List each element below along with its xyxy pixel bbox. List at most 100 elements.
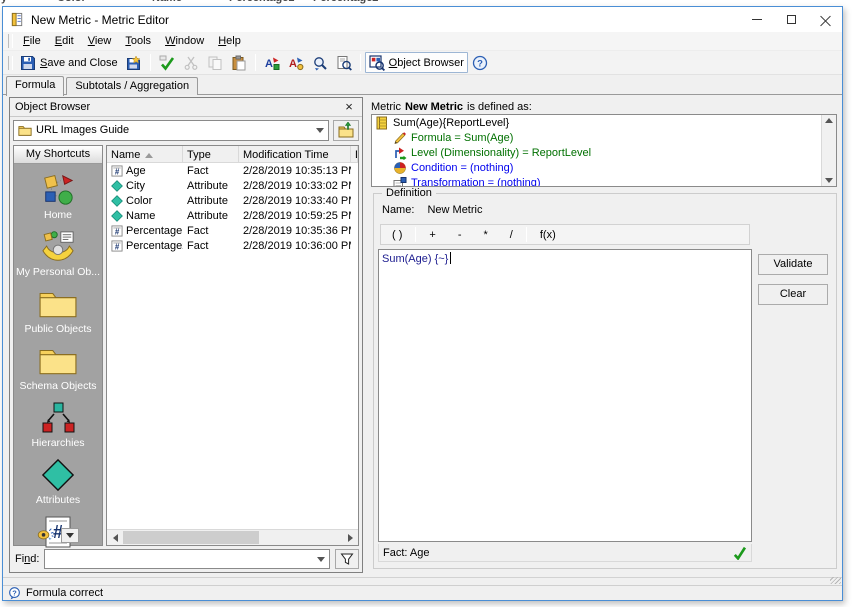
menu-window[interactable]: Window — [158, 33, 211, 49]
background-partial-text: Percentage2 — [313, 0, 378, 4]
close-icon — [820, 14, 831, 25]
object-type: Fact — [183, 225, 239, 237]
sidebar-item-public-objects[interactable]: Public Objects — [14, 287, 102, 335]
close-button[interactable] — [808, 7, 842, 32]
object-row-name[interactable]: NameAttribute2/28/2019 10:59:25 PM — [107, 208, 358, 223]
scroll-left-button[interactable] — [107, 530, 123, 545]
operator-button--[interactable]: - — [447, 228, 473, 242]
svg-text:?: ? — [477, 58, 483, 69]
menu-file[interactable]: File — [16, 33, 48, 49]
object-browser-button[interactable]: Object Browser — [365, 52, 468, 73]
object-type: Fact — [183, 240, 239, 252]
horizontal-scrollbar[interactable] — [107, 529, 358, 545]
clear-button[interactable]: Clear — [758, 284, 828, 305]
tree-node[interactable]: Level (Dimensionality) = ReportLevel — [372, 145, 836, 160]
object-row-percentage1[interactable]: #Percentage1Fact2/28/2019 10:35:36 PM — [107, 223, 358, 238]
object-row-age[interactable]: #AgeFact2/28/2019 10:35:13 PM — [107, 163, 358, 178]
operator-button-*[interactable]: * — [473, 228, 499, 242]
sidebar-item-hierarchies[interactable]: Hierarchies — [14, 401, 102, 449]
scrollbar-thumb[interactable] — [123, 531, 259, 544]
save-as-button[interactable] — [122, 52, 146, 73]
transformations-icon[interactable] — [37, 525, 55, 543]
object-type: Fact — [183, 165, 239, 177]
validate-button[interactable]: Validate — [758, 254, 828, 275]
tab-subtotals-aggregation[interactable]: Subtotals / Aggregation — [66, 77, 198, 95]
fact-icon: # — [111, 240, 123, 252]
zoom-reset-button[interactable] — [308, 52, 332, 73]
object-row-percentage2[interactable]: # Percentage2Fact2/28/2019 10:36:00 PM — [107, 238, 358, 253]
my-shortcuts-header[interactable]: My Shortcuts — [14, 146, 102, 164]
sidebar-item-home[interactable]: Home — [14, 173, 102, 221]
tab-formula[interactable]: Formula — [6, 76, 64, 96]
sort-ascending-icon — [145, 153, 153, 158]
funnel-icon — [340, 552, 354, 566]
menu-view[interactable]: View — [81, 33, 119, 49]
zoom-reset-icon — [312, 55, 328, 71]
svg-text:#: # — [115, 227, 120, 236]
transformation-icon — [393, 176, 407, 188]
toolbar-button-label: Object Browser — [389, 57, 464, 69]
tree-node[interactable]: Transformation = (nothing) — [372, 175, 836, 187]
operator-button-+[interactable]: + — [418, 228, 446, 242]
formula-editor[interactable]: Sum(Age) {~} — [378, 249, 752, 542]
minimize-button[interactable] — [740, 7, 774, 32]
home-icon — [38, 173, 78, 207]
vertical-scrollbar[interactable] — [821, 115, 836, 186]
insert-operator-button[interactable]: A — [284, 52, 308, 73]
operator-button-f(x)[interactable]: f(x) — [529, 228, 567, 242]
object-row-city[interactable]: CityAttribute2/28/2019 10:33:02 PM — [107, 178, 358, 193]
resize-grip[interactable] — [830, 577, 841, 584]
cut-button — [179, 52, 203, 73]
folder-dropdown[interactable]: URL Images Guide — [13, 120, 329, 141]
column-header-name[interactable]: Name — [107, 146, 183, 162]
tree-node[interactable]: Condition = (nothing) — [372, 160, 836, 175]
object-name: Percentage2 — [126, 240, 183, 252]
sidebar-item-label: Attributes — [36, 494, 80, 506]
folder-dropdown-value: URL Images Guide — [36, 124, 312, 136]
shortcuts-scroll-down-button[interactable] — [61, 528, 79, 543]
menu-tools[interactable]: Tools — [118, 33, 158, 49]
help-button[interactable]: ? — [468, 52, 492, 73]
operator-separator — [526, 227, 527, 242]
preview-button[interactable] — [332, 52, 356, 73]
paste-icon — [231, 55, 247, 71]
sidebar-item-schema-objects[interactable]: Schema Objects — [14, 344, 102, 392]
status-help-icon: ? — [8, 587, 21, 600]
find-input[interactable] — [44, 549, 330, 569]
maximize-button[interactable] — [774, 7, 808, 32]
public-folder-icon — [38, 287, 78, 321]
arrow-down-icon — [66, 533, 74, 538]
operator-button-/[interactable]: / — [499, 228, 524, 242]
object-modification-time: 2/28/2019 10:35:13 PM — [239, 165, 351, 177]
attributes-icon — [38, 458, 78, 492]
folder-up-button[interactable] — [333, 120, 359, 141]
paste-button[interactable] — [227, 52, 251, 73]
object-browser-close-button[interactable]: × — [341, 100, 357, 115]
column-header-modification-time[interactable]: Modification Time — [239, 146, 351, 162]
formula-status-strip: Fact: Age — [378, 544, 752, 562]
object-row-color[interactable]: ColorAttribute2/28/2019 10:33:40 PM — [107, 193, 358, 208]
menu-edit[interactable]: Edit — [48, 33, 81, 49]
check-icon — [732, 545, 747, 560]
toolbar-separator — [255, 54, 256, 71]
cut-icon — [183, 55, 199, 71]
svg-text:#: # — [115, 242, 120, 251]
tab-strip: FormulaSubtotals / Aggregation — [3, 75, 842, 95]
column-header-type[interactable]: Type — [183, 146, 239, 162]
save-button[interactable]: Save and Close — [16, 52, 122, 73]
validate-button[interactable] — [155, 52, 179, 73]
insert-function-button[interactable]: A — [260, 52, 284, 73]
object-modification-time: 2/28/2019 10:36:00 PM — [239, 240, 351, 252]
fact-icon: # — [111, 225, 123, 237]
sidebar-item-attributes[interactable]: Attributes — [14, 458, 102, 506]
filter-button[interactable] — [335, 549, 359, 569]
tree-node[interactable]: Sum(Age){ReportLevel} — [372, 115, 836, 130]
metric-prefix: Metric — [371, 101, 401, 113]
column-header-de[interactable]: De — [351, 146, 358, 162]
operator-button-()[interactable]: ( ) — [381, 228, 413, 242]
menu-help[interactable]: Help — [211, 33, 248, 49]
sidebar-item-my-personal-ob-[interactable]: My Personal Ob... — [14, 230, 102, 278]
help-icon: ? — [472, 55, 488, 71]
tree-node[interactable]: Formula = Sum(Age) — [372, 130, 836, 145]
scroll-right-button[interactable] — [342, 530, 358, 545]
